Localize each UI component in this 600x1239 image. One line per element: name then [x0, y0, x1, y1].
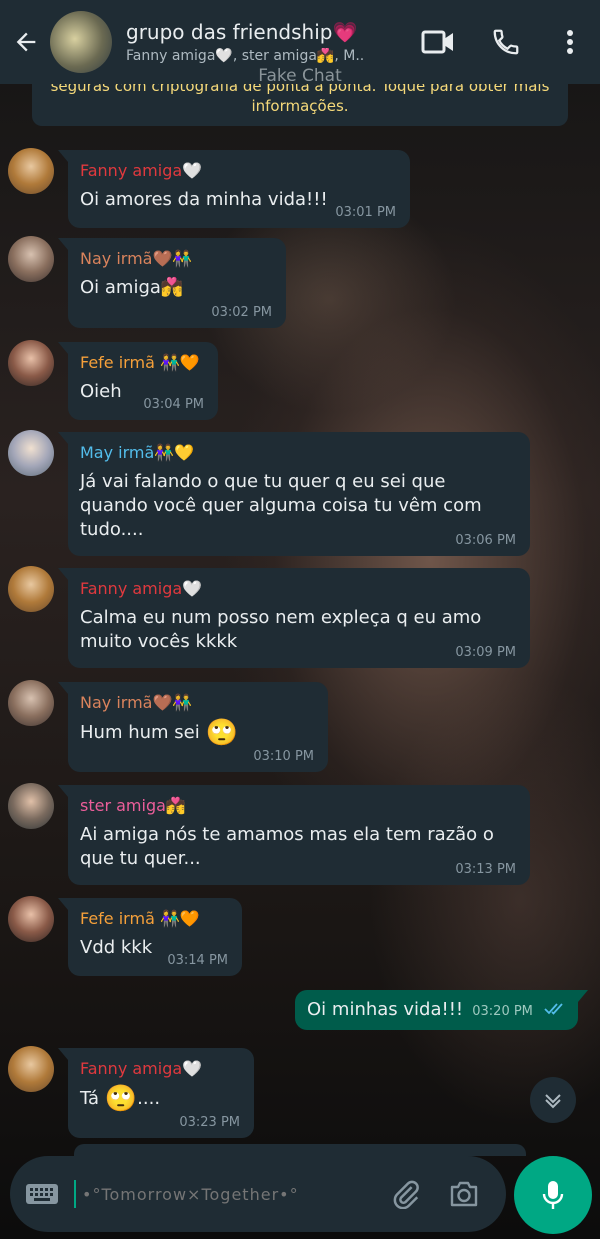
paperclip-icon	[393, 1180, 419, 1209]
outgoing-message-bubble[interactable]: Oi minhas vida!!! 03:20 PM	[295, 990, 588, 1030]
avatar[interactable]	[8, 148, 54, 194]
message-text: Ai amiga nós te amamos mas ela tem razão…	[80, 824, 494, 869]
avatar[interactable]	[8, 1046, 54, 1092]
encryption-notice[interactable]: seguras com criptografia de ponta a pont…	[32, 84, 568, 126]
camera-button[interactable]	[444, 1174, 484, 1214]
keyboard-button[interactable]	[10, 1156, 74, 1232]
more-icon	[567, 30, 573, 54]
group-avatar[interactable]	[50, 11, 112, 73]
phone-icon	[493, 29, 519, 55]
avatar[interactable]	[8, 783, 54, 829]
message-text: Tá 🙄....	[80, 1086, 242, 1112]
camera-icon	[450, 1181, 478, 1207]
watermark: Fake Chat	[258, 66, 342, 86]
avatar[interactable]	[8, 236, 54, 282]
message-time: 03:14 PM	[167, 953, 228, 968]
message-time: 03:09 PM	[455, 645, 516, 660]
sender-name[interactable]: Fanny amiga🤍	[80, 1058, 242, 1080]
chevron-down-icon	[545, 1094, 561, 1109]
message-time: 03:23 PM	[179, 1115, 240, 1130]
sender-name[interactable]: Fanny amiga🤍	[80, 578, 518, 600]
sender-name[interactable]: Fanny amiga🤍	[80, 160, 398, 182]
message-text: Já vai falando o que tu quer q eu sei qu…	[80, 471, 482, 540]
double-check-icon	[544, 1001, 566, 1020]
avatar[interactable]	[8, 896, 54, 942]
avatar[interactable]	[8, 340, 54, 386]
message-time: 03:06 PM	[455, 533, 516, 548]
message-bubble[interactable]: Fefe irmã 👫🧡 Oieh 03:04 PM	[58, 342, 218, 420]
message-bubble[interactable]: Fanny amiga🤍 Calma eu num posso nem expl…	[58, 568, 530, 668]
message-time: 03:20 PM	[472, 1004, 533, 1019]
message-bubble[interactable]: Fanny amiga🤍 Tá 🙄.... 03:23 PM	[58, 1048, 254, 1138]
attach-button[interactable]	[386, 1174, 426, 1214]
message-bubble[interactable]: Fefe irmã 👫🧡 Vdd kkk 03:14 PM	[58, 898, 242, 976]
scroll-to-bottom-button[interactable]	[530, 1077, 576, 1123]
avatar[interactable]	[8, 566, 54, 612]
message-bubble[interactable]: May irmã👫💛 Já vai falando o que tu quer …	[58, 432, 530, 556]
sender-name[interactable]: ster amiga💏	[80, 795, 518, 817]
message-bubble[interactable]: ster amiga💏 Ai amiga nós te amamos mas e…	[58, 785, 530, 885]
message-bubble[interactable]: Nay irmã🤎👫 Hum hum sei 🙄 03:10 PM	[58, 682, 328, 772]
avatar[interactable]	[8, 680, 54, 726]
sender-name[interactable]: Fefe irmã 👫🧡	[80, 908, 230, 930]
message-composer	[10, 1156, 506, 1232]
message-input[interactable]	[74, 1180, 364, 1208]
group-info[interactable]: grupo das friendship💗 Fanny amiga🤍, ster…	[126, 20, 376, 64]
eye-roll-emoji: 🙄	[205, 718, 238, 748]
message-text: Calma eu num posso nem expleça q eu amo …	[80, 607, 482, 652]
message-text: Oi minhas vida!!!	[307, 999, 464, 1020]
message-time: 03:02 PM	[211, 305, 272, 320]
avatar[interactable]	[8, 430, 54, 476]
message-text-part: Hum hum sei	[80, 722, 200, 743]
message-bubble-partial[interactable]	[74, 1144, 526, 1156]
message-text: Oi amiga💏	[80, 277, 184, 298]
group-members: Fanny amiga🤍, ster amiga💏, M..	[126, 48, 365, 64]
video-call-icon	[421, 30, 453, 54]
sender-name[interactable]: Nay irmã🤎👫	[80, 248, 274, 270]
voice-record-button[interactable]	[514, 1156, 592, 1234]
message-bubble[interactable]: Nay irmã🤎👫 Oi amiga💏 03:02 PM	[58, 238, 286, 328]
message-text: Hum hum sei 🙄	[80, 720, 316, 746]
message-time: 03:01 PM	[335, 205, 396, 220]
message-time: 03:04 PM	[143, 397, 204, 412]
sender-name[interactable]: Nay irmã🤎👫	[80, 692, 316, 714]
microphone-icon	[542, 1181, 564, 1209]
message-bubble[interactable]: Fanny amiga🤍 Oi amores da minha vida!!! …	[58, 150, 410, 228]
message-time: 03:13 PM	[455, 862, 516, 877]
message-text-part: ....	[137, 1088, 161, 1109]
back-arrow-icon	[16, 32, 36, 52]
keyboard-icon	[26, 1184, 58, 1204]
message-text-part: Tá	[80, 1088, 105, 1109]
group-name: grupo das friendship💗	[126, 20, 358, 44]
sender-name[interactable]: May irmã👫💛	[80, 442, 518, 464]
eye-roll-emoji: 🙄	[104, 1084, 138, 1114]
notice-line-2: informações.	[251, 97, 349, 115]
message-time: 03:10 PM	[253, 749, 314, 764]
sender-name[interactable]: Fefe irmã 👫🧡	[80, 352, 206, 374]
